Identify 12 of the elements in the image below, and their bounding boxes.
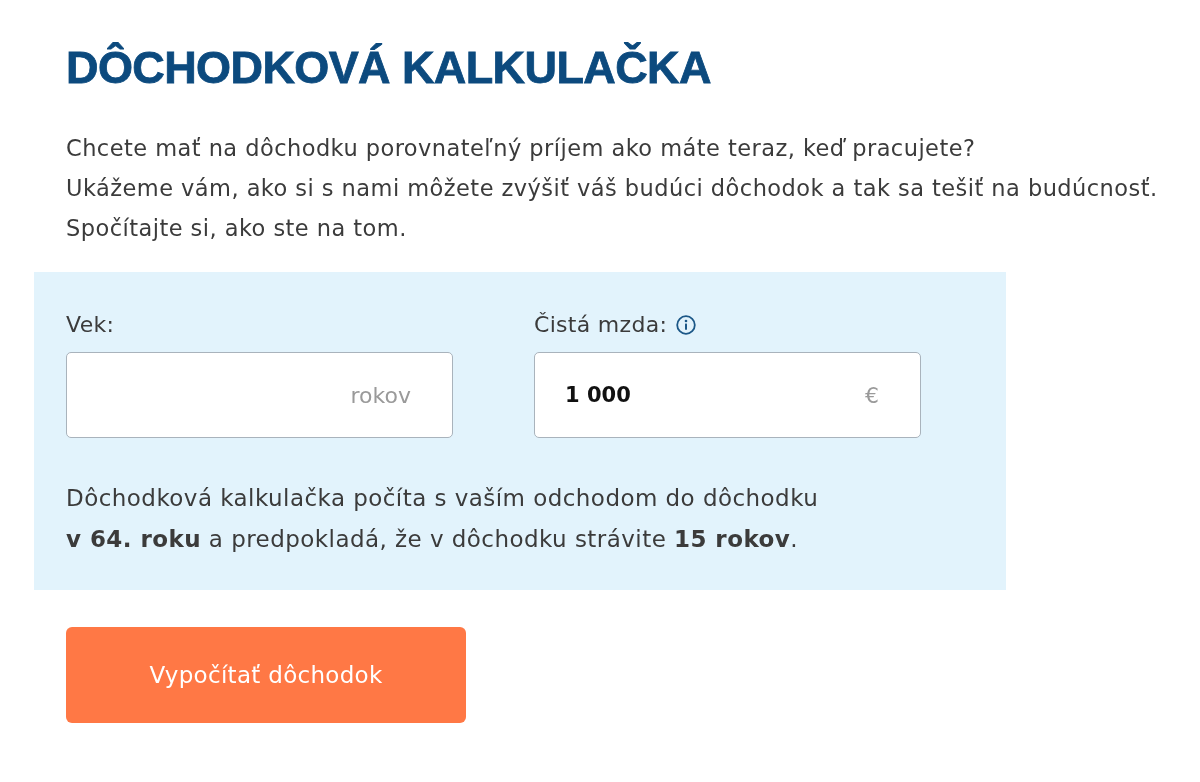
field-label: Vek: <box>66 311 115 339</box>
info-text: v 64. roku a predpokladá, že v dôchodku strávite 15 rokov. <box>66 525 798 554</box>
field-label: Čistá mzda: <box>534 311 668 339</box>
intro-text: Spočítajte si, ako ste na tom. <box>66 214 407 243</box>
intro-text: Ukážeme vám, ako si s nami môžete zvýšiť váš budúci dôchodok a tak sa tešiť na budúcnosť. <box>66 174 1158 203</box>
intro-text: Chcete mať na dôchodku porovnateľný príjem ako máte teraz, keď pracujete? <box>66 134 976 163</box>
unit-label: rokov <box>350 382 411 408</box>
page-title: DÔCHODKOVÁ KALKULAČKA <box>66 41 711 95</box>
age-field[interactable] <box>66 352 453 438</box>
info-text: Dôchodková kalkulačka počíta s vaším odchodom do dôchodku <box>66 484 819 513</box>
info-icon[interactable] <box>676 315 697 335</box>
unit-label: € <box>865 382 879 408</box>
